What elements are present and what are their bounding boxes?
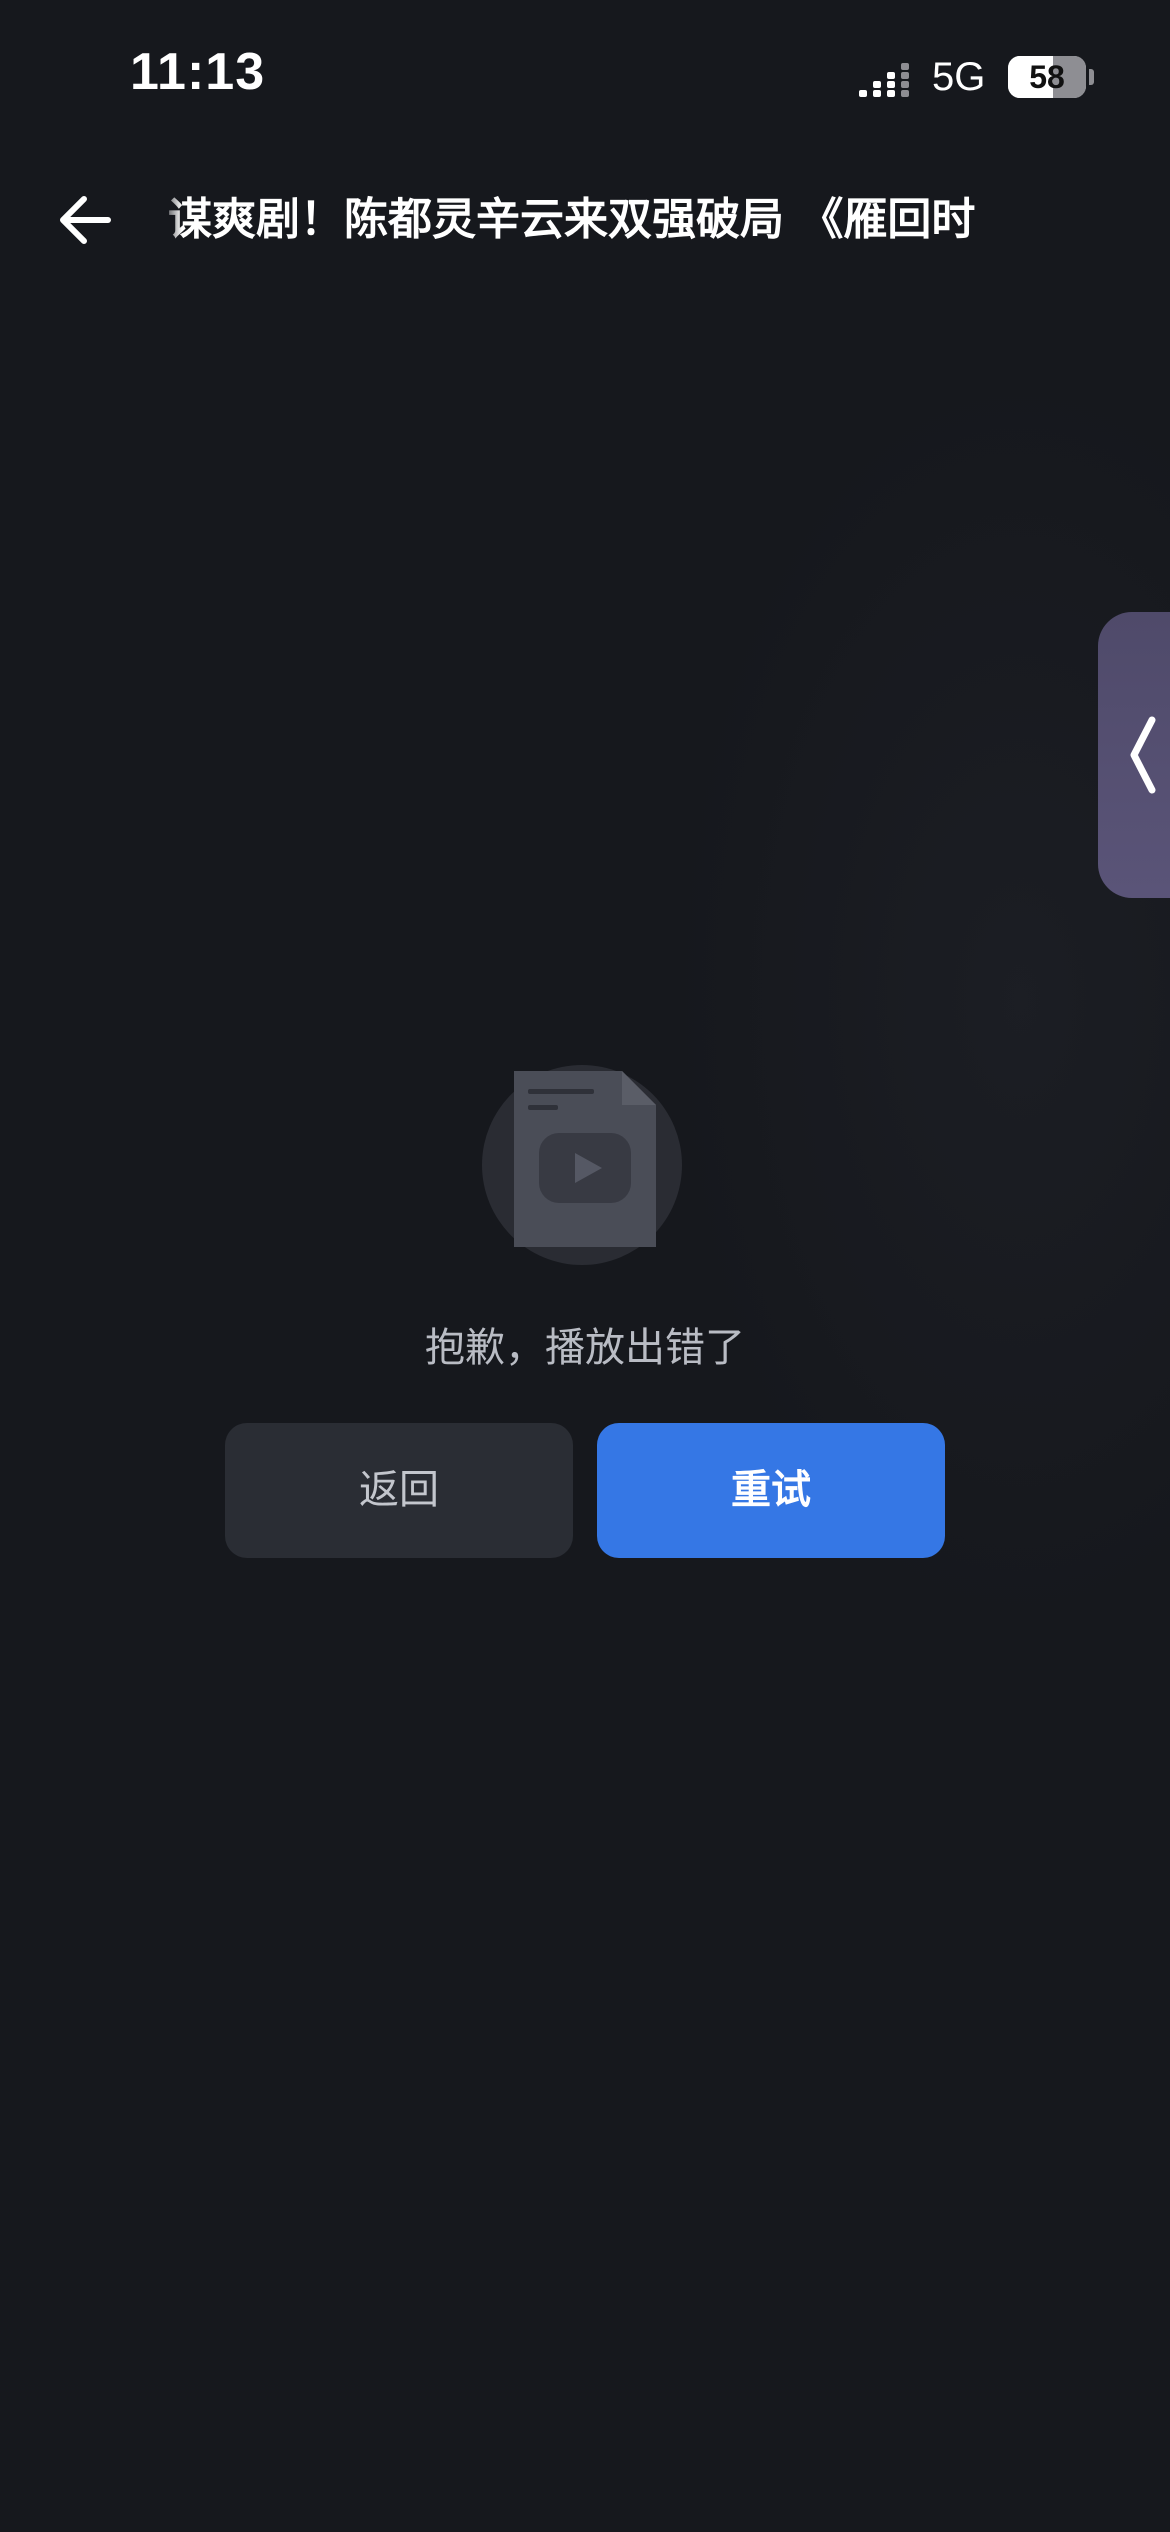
signal-dot <box>887 90 895 97</box>
signal-dot <box>873 90 881 97</box>
signal-dot <box>901 81 909 88</box>
video-player-screen: 11:13 5G 58 谋爽剧！陈都灵辛云来双强破局 《雁回时 抱歉，播放出错了… <box>0 0 1170 2532</box>
side-panel-handle[interactable] <box>1098 612 1170 898</box>
signal-icon <box>859 63 909 97</box>
back-button[interactable]: 返回 <box>225 1423 573 1558</box>
battery-icon: 58 <box>1008 56 1086 98</box>
network-type: 5G <box>932 55 986 99</box>
retry-button[interactable]: 重试 <box>597 1423 945 1558</box>
battery-tip <box>1089 69 1094 85</box>
top-nav: 谋爽剧！陈都灵辛云来双强破局 《雁回时 <box>0 160 1170 280</box>
signal-dot <box>901 72 909 79</box>
video-file-icon <box>482 1065 682 1265</box>
chevron-left-icon <box>1130 716 1156 794</box>
video-title-marquee: 谋爽剧！陈都灵辛云来双强破局 《雁回时 <box>160 182 1040 258</box>
signal-dot <box>887 81 895 88</box>
signal-dot <box>859 90 867 97</box>
error-message: 抱歉，播放出错了 <box>425 1325 745 1371</box>
status-bar: 11:13 5G 58 <box>0 0 1170 150</box>
video-title: 谋爽剧！陈都灵辛云来双强破局 《雁回时 <box>168 194 976 245</box>
signal-dot <box>873 81 881 88</box>
battery-level: 58 <box>1029 59 1065 95</box>
signal-dot <box>901 90 909 97</box>
status-time: 11:13 <box>130 43 266 101</box>
signal-dot <box>887 72 895 79</box>
arrow-left-icon[interactable] <box>50 185 120 255</box>
signal-dot <box>901 63 909 70</box>
